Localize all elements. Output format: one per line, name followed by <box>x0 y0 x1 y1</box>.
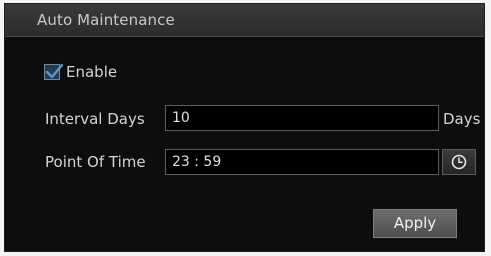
interval-days-label: Interval Days <box>45 110 145 128</box>
clock-icon <box>451 154 467 170</box>
panel-title: Auto Maintenance <box>37 11 175 29</box>
point-of-time-label: Point Of Time <box>45 153 146 171</box>
point-of-time-input[interactable] <box>165 149 439 175</box>
time-picker-button[interactable] <box>442 149 476 175</box>
apply-button[interactable]: Apply <box>373 209 457 238</box>
interval-days-input[interactable] <box>165 105 439 131</box>
checkmark-icon <box>45 63 64 79</box>
enable-label[interactable]: Enable <box>66 63 117 81</box>
auto-maintenance-panel: Auto Maintenance Enable Interval Days Da… <box>4 3 485 252</box>
panel-header: Auto Maintenance <box>5 4 484 37</box>
interval-days-unit: Days <box>443 110 481 128</box>
enable-checkbox[interactable] <box>44 63 64 80</box>
